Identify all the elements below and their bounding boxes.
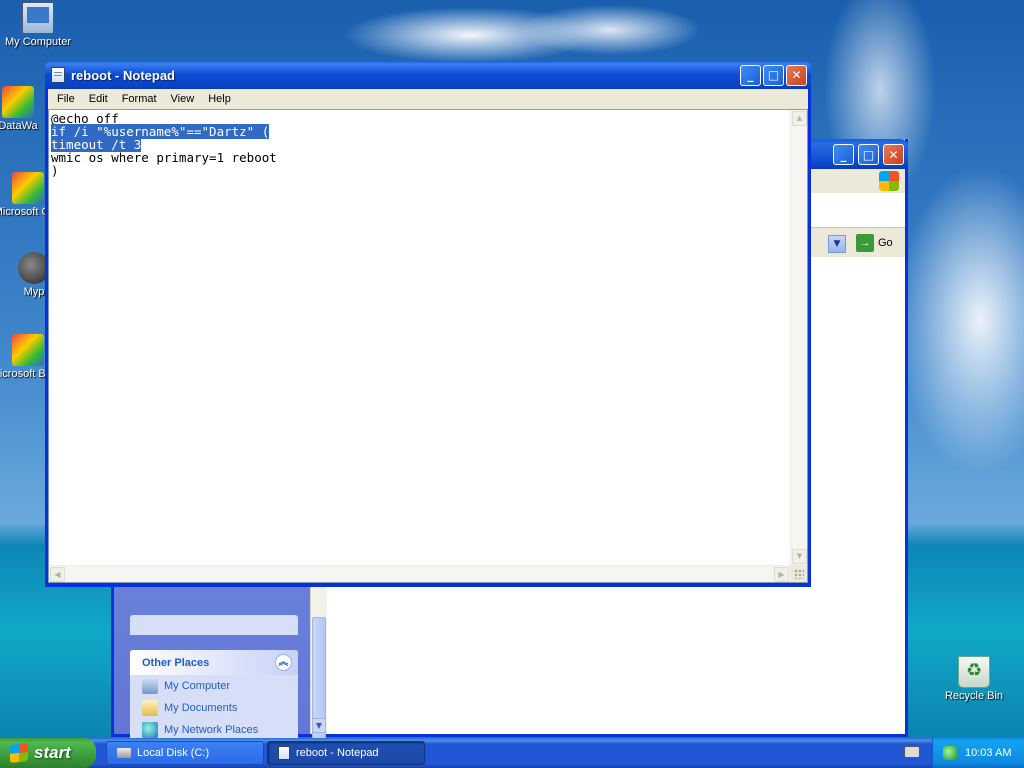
desktop-icon-datawa[interactable]: DataWa xyxy=(0,86,46,132)
taskbar-item-label: Local Disk (C:) xyxy=(137,747,210,759)
line-text: wmic os where primary=1 reboot xyxy=(51,150,277,165)
desktop-icon-label: My Computer xyxy=(4,36,72,48)
editor-content[interactable]: @echo off if /i "%username%"=="Dartz" (ti… xyxy=(51,112,277,177)
other-places-header[interactable]: Other Places ︽ xyxy=(130,650,298,675)
notepad-window[interactable]: reboot - Notepad _ □ ✕ File Edit Format … xyxy=(45,61,811,587)
scroll-right-button[interactable]: ▶ xyxy=(774,567,789,582)
resize-grip[interactable] xyxy=(790,565,807,582)
scroll-left-button[interactable]: ◀ xyxy=(50,567,65,582)
address-dropdown-button[interactable]: ▼ xyxy=(828,235,846,253)
menu-help[interactable]: Help xyxy=(201,93,238,105)
windows-logo-icon xyxy=(10,743,28,763)
application-shortcut-icon xyxy=(12,334,44,366)
horizontal-scrollbar[interactable]: ◀ ▶ xyxy=(49,565,790,582)
application-shortcut-icon xyxy=(12,172,44,204)
desktop-icon-recycle-bin[interactable]: Recycle Bin xyxy=(936,656,1012,702)
network-places-icon xyxy=(142,722,158,738)
taskbar: start Local Disk (C:) reboot - Notepad 1… xyxy=(0,738,1024,768)
scroll-down-button[interactable]: ▼ xyxy=(792,549,807,564)
scroll-up-button[interactable]: ▲ xyxy=(792,111,807,126)
maximize-button[interactable]: □ xyxy=(858,144,879,165)
start-label: start xyxy=(34,743,71,762)
my-documents-icon xyxy=(142,700,158,716)
menu-view[interactable]: View xyxy=(164,93,202,105)
go-arrow-icon: → xyxy=(856,234,874,252)
close-button[interactable]: ✕ xyxy=(786,64,807,86)
notepad-icon xyxy=(278,746,290,760)
close-button[interactable]: ✕ xyxy=(883,144,904,165)
my-computer-icon xyxy=(142,678,158,694)
notepad-titlebar[interactable]: reboot - Notepad _ □ ✕ xyxy=(45,61,811,89)
link-label: My Network Places xyxy=(164,724,259,736)
explorer-toolbar xyxy=(804,169,905,193)
task-box-file-tasks xyxy=(130,615,298,635)
desktop-icon-label: DataWa xyxy=(0,120,38,132)
window-title: reboot - Notepad xyxy=(71,67,175,83)
menu-bar: File Edit Format View Help xyxy=(48,89,808,109)
desktop-icon-label: Myp xyxy=(23,286,45,298)
text-editor[interactable]: @echo off if /i "%username%"=="Dartz" (ti… xyxy=(48,109,808,583)
my-computer-icon xyxy=(22,2,54,34)
maximize-button[interactable]: □ xyxy=(763,64,784,86)
line-text: ) xyxy=(51,163,59,178)
vertical-scrollbar[interactable]: ▲ ▼ xyxy=(790,110,807,565)
menu-format[interactable]: Format xyxy=(115,93,164,105)
other-places-link-my-computer[interactable]: My Computer xyxy=(130,675,298,697)
clock[interactable]: 10:03 AM xyxy=(965,747,1011,759)
windows-logo-icon xyxy=(879,171,899,191)
go-label: Go xyxy=(878,237,893,249)
menu-edit[interactable]: Edit xyxy=(82,93,115,105)
system-tray: 10:03 AM xyxy=(932,738,1024,768)
notepad-icon xyxy=(51,67,65,83)
other-places-title: Other Places xyxy=(142,657,210,669)
taskbar-item-local-disk[interactable]: Local Disk (C:) xyxy=(106,741,264,765)
start-button[interactable]: start xyxy=(0,738,96,768)
application-shortcut-icon xyxy=(2,86,34,118)
collapse-chevron-icon[interactable]: ︽ xyxy=(275,654,292,671)
hard-drive-icon xyxy=(117,748,131,758)
link-label: My Computer xyxy=(164,680,231,692)
editor-line[interactable]: wmic os where primary=1 reboot xyxy=(51,151,277,164)
go-button[interactable]: → Go xyxy=(856,234,893,252)
minimize-button[interactable]: _ xyxy=(740,64,761,86)
editor-line[interactable]: ) xyxy=(51,164,277,177)
recycle-bin-icon xyxy=(958,656,990,688)
taskbar-item-label: reboot - Notepad xyxy=(296,747,379,759)
task-box-other-places: Other Places ︽ My Computer My Documents … xyxy=(130,650,298,750)
desktop-icon-my-computer[interactable]: My Computer xyxy=(0,2,76,48)
network-icon[interactable] xyxy=(943,746,957,760)
link-label: My Documents xyxy=(164,702,238,714)
keyboard-icon[interactable] xyxy=(904,746,920,758)
scroll-down-button[interactable]: ▼ xyxy=(312,718,326,733)
desktop-icon-label: Recycle Bin xyxy=(944,690,1004,702)
taskbar-item-notepad[interactable]: reboot - Notepad xyxy=(267,741,425,765)
minimize-button[interactable]: _ xyxy=(833,144,854,165)
menu-file[interactable]: File xyxy=(50,93,82,105)
other-places-link-my-documents[interactable]: My Documents xyxy=(130,697,298,719)
